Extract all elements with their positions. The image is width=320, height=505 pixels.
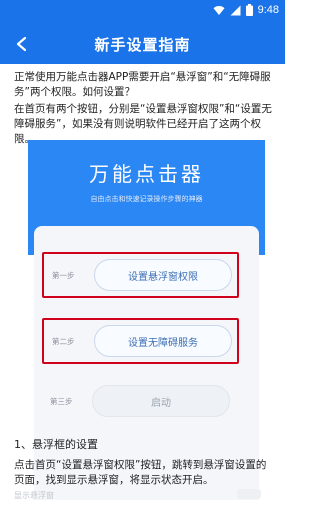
status-bar: 9:48: [0, 0, 285, 24]
step-row-2: 第二步 设置无障碍服务: [42, 318, 239, 364]
guide-content[interactable]: 正常使用万能点击器APP需要开启“悬浮窗”和“无障碍服务”两个权限。如何设置？ …: [0, 64, 285, 505]
step-label: 第二步: [52, 337, 75, 346]
faded-caption: 显示悬浮窗: [14, 491, 54, 500]
step-label: 第三步: [50, 397, 73, 406]
signal-icon: [230, 5, 241, 15]
wifi-icon: [213, 5, 225, 15]
section-heading: 1、悬浮框的设置: [14, 438, 98, 451]
intro-paragraph: 正常使用万能点击器APP需要开启“悬浮窗”和“无障碍服务”两个权限。如何设置？: [14, 71, 271, 98]
guide-subtitle: 自由点击和快速记录操作步骤的神器: [90, 195, 203, 203]
status-time: 9:48: [257, 4, 279, 16]
battery-icon: [245, 4, 253, 16]
step-row-3: 第三步 启动: [42, 380, 239, 426]
section-paragraph: 点击首页“设置悬浮窗权限”按钮，跳转到悬浮窗设置的页面，找到显示悬浮窗，将显示状…: [14, 459, 267, 486]
app-bar: 新手设置指南: [0, 24, 285, 64]
step-row-1: 第一步 设置悬浮窗权限: [42, 252, 239, 298]
faded-toggle: [237, 489, 261, 499]
status-icons: 9:48: [213, 4, 279, 16]
page-title: 新手设置指南: [94, 36, 191, 54]
step-label: 第一步: [52, 271, 75, 280]
set-floating-window-button: 设置悬浮窗权限: [94, 259, 232, 291]
set-accessibility-button: 设置无障碍服务: [94, 325, 232, 357]
guide-title: 万能点击器: [89, 162, 204, 186]
start-button: 启动: [92, 385, 230, 417]
